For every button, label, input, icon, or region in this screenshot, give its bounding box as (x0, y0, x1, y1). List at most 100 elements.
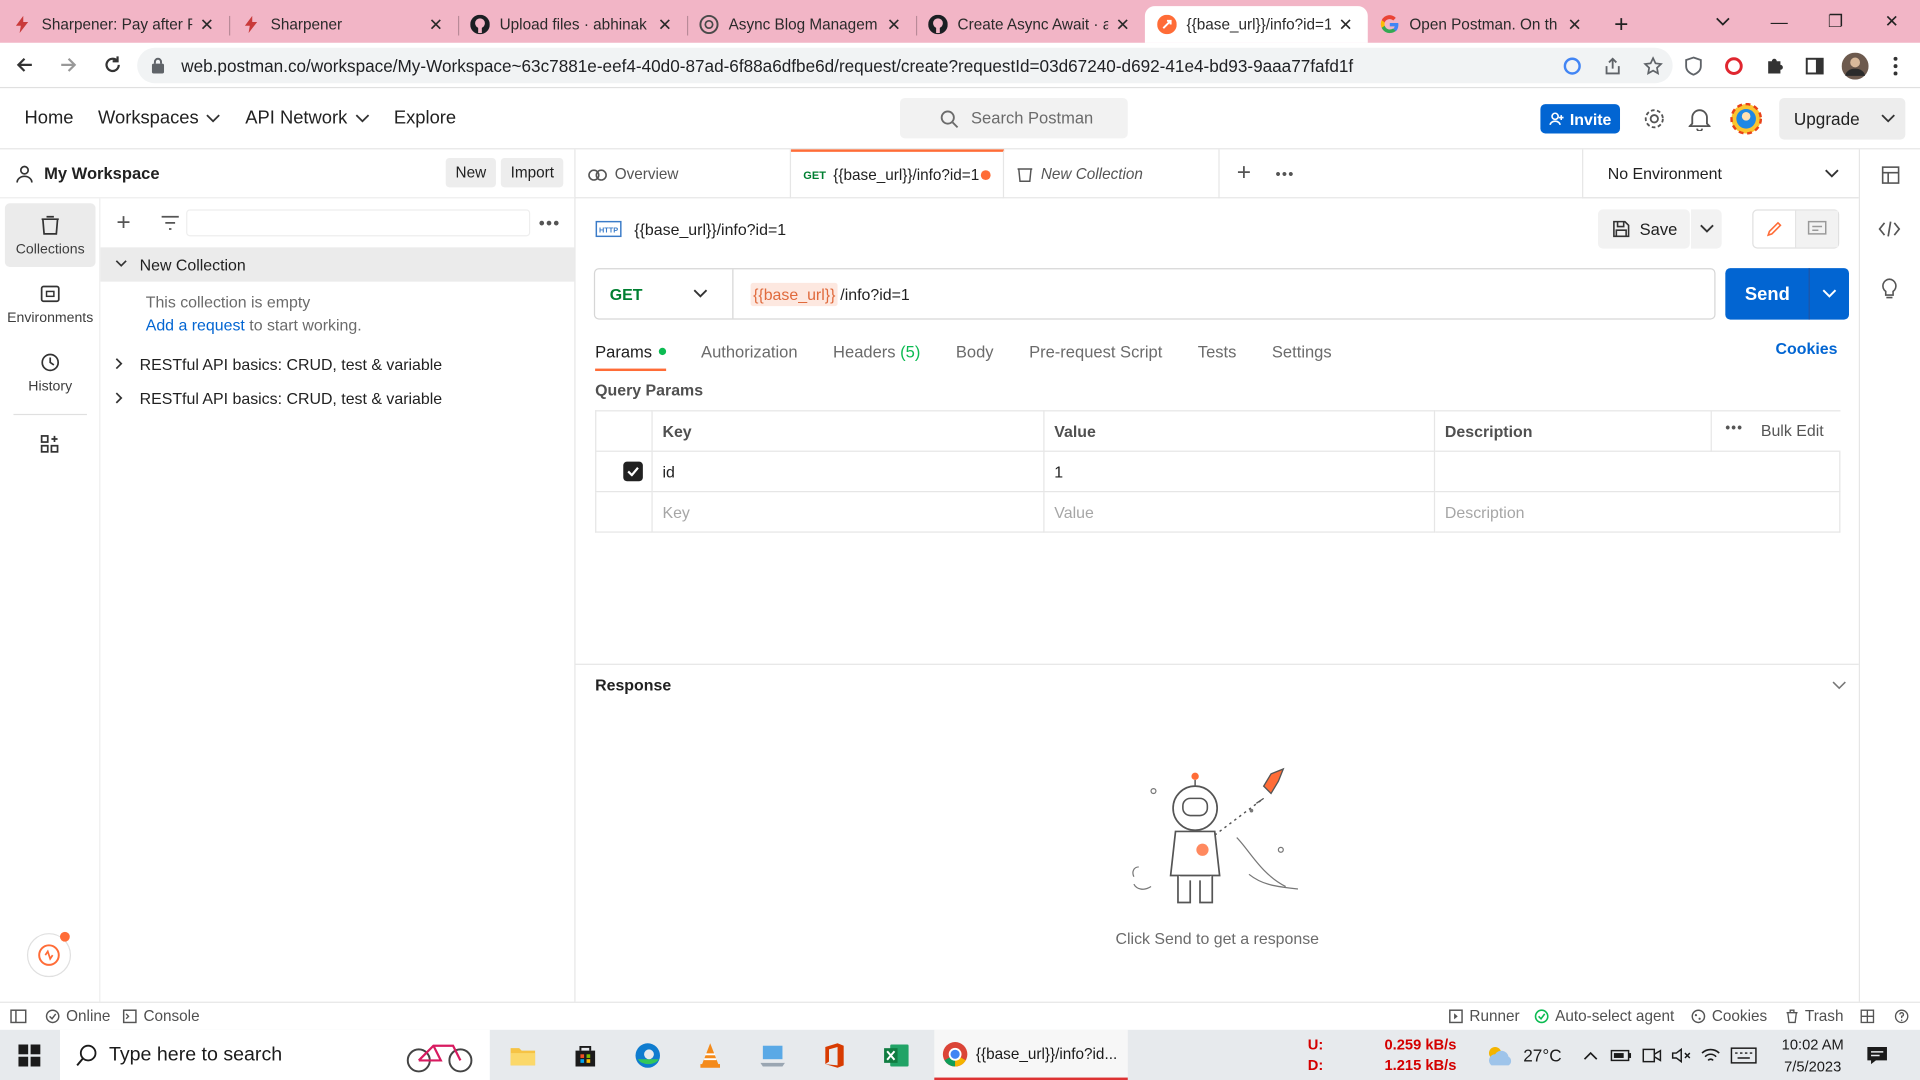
browser-menu-icon[interactable] (1875, 56, 1915, 76)
environment-quicklook-icon[interactable] (1881, 165, 1901, 185)
browser-tab[interactable]: Upload files · abhinak ✕ (457, 6, 687, 43)
close-icon[interactable]: ✕ (884, 14, 904, 35)
tab-search-icon[interactable] (1695, 17, 1751, 27)
param-value-cell[interactable]: 1 (1043, 450, 1436, 493)
chevron-down-icon[interactable] (1832, 681, 1847, 691)
code-icon[interactable] (1878, 220, 1901, 237)
key-placeholder[interactable]: Key (651, 491, 1045, 533)
param-description-cell[interactable] (1433, 450, 1841, 493)
filter-icon[interactable] (160, 214, 180, 231)
laptop-app-icon[interactable] (753, 1036, 792, 1075)
bookmark-star-icon[interactable] (1632, 55, 1672, 76)
two-pane-icon[interactable] (1860, 1009, 1875, 1024)
user-avatar[interactable] (1730, 102, 1763, 135)
tab-pre-request-script[interactable]: Pre-request Script (1029, 336, 1162, 368)
browser-tab[interactable]: Async Blog Managem ✕ (686, 6, 916, 43)
rail-item-history[interactable]: History (5, 340, 96, 404)
new-tab-button[interactable]: + (1597, 6, 1646, 43)
configure-workbench-icon[interactable] (5, 425, 96, 469)
taskbar-chrome-window[interactable]: {{base_url}}/info?id... (934, 1029, 1128, 1080)
bulk-edit-link[interactable]: Bulk Edit (1761, 421, 1824, 439)
nav-explore[interactable]: Explore (394, 108, 456, 129)
tab-body[interactable]: Body (956, 336, 994, 368)
settings-gear-icon[interactable] (1640, 104, 1669, 133)
tab-request[interactable]: GET {{base_url}}/info?id=1 (791, 148, 1005, 198)
tree-item-collection[interactable]: RESTful API basics: CRUD, test & variabl… (100, 381, 574, 415)
excel-icon[interactable] (877, 1036, 916, 1075)
tab-headers[interactable]: Headers (5) (833, 336, 920, 368)
invite-button[interactable]: Invite (1540, 104, 1621, 134)
clock[interactable]: 10:02 AM 7/5/2023 (1782, 1033, 1844, 1077)
notifications-bell-icon[interactable] (1685, 104, 1714, 133)
param-key-cell[interactable]: id (651, 450, 1045, 493)
browser-tab[interactable]: Sharpener ✕ (228, 6, 458, 43)
add-request-link[interactable]: Add a request (146, 316, 245, 334)
tab-tests[interactable]: Tests (1198, 336, 1237, 368)
rail-item-environments[interactable]: Environments (5, 272, 96, 336)
google-lens-icon[interactable] (1551, 56, 1591, 76)
browser-tab-active[interactable]: {{base_url}}/info?id=1 ✕ (1144, 6, 1368, 43)
browser-tab[interactable]: Create Async Await · a ✕ (915, 6, 1145, 43)
lock-icon[interactable] (151, 57, 165, 74)
close-icon[interactable]: ✕ (1113, 14, 1133, 35)
help-icon[interactable] (1894, 1009, 1909, 1024)
online-status[interactable]: Online (45, 1008, 110, 1025)
share-icon[interactable] (1592, 56, 1632, 76)
add-collection-icon[interactable]: + (116, 209, 130, 237)
edge-icon[interactable] (628, 1036, 667, 1075)
office-icon[interactable] (814, 1036, 853, 1075)
rail-item-collections[interactable]: Collections (4, 203, 96, 267)
tab-new-collection[interactable]: New Collection (1004, 148, 1220, 198)
more-options-icon[interactable]: ••• (1725, 421, 1743, 436)
response-title[interactable]: Response (595, 676, 671, 694)
close-icon[interactable]: ✕ (655, 14, 675, 35)
meet-now-icon[interactable] (1642, 1046, 1662, 1063)
close-icon[interactable]: ✕ (426, 14, 446, 35)
request-url-input[interactable]: {{base_url}} /info?id=1 (733, 282, 910, 306)
weather-temperature[interactable]: 27°C (1523, 1045, 1561, 1065)
cookies-button[interactable]: Cookies (1691, 1008, 1767, 1025)
response-divider[interactable] (575, 663, 1859, 665)
agent-selector[interactable]: Auto-select agent (1534, 1008, 1674, 1025)
postbot-icon[interactable] (26, 931, 72, 978)
weather-cloud-icon[interactable] (1484, 1043, 1516, 1067)
wifi-icon[interactable] (1701, 1046, 1721, 1063)
keyboard-icon[interactable] (1731, 1046, 1758, 1063)
tab-params[interactable]: Params (595, 336, 666, 372)
lightbulb-icon[interactable] (1881, 278, 1898, 300)
edit-pencil-icon[interactable] (1753, 210, 1797, 248)
opera-extension-icon[interactable] (1713, 56, 1753, 76)
save-button[interactable]: Save (1597, 209, 1690, 249)
tab-settings[interactable]: Settings (1272, 336, 1332, 368)
puzzle-extensions-icon[interactable] (1753, 56, 1793, 76)
side-panel-icon[interactable] (1794, 56, 1834, 76)
tabs-overflow-icon[interactable]: ••• (1276, 165, 1295, 182)
nav-home[interactable]: Home (24, 108, 73, 129)
import-button[interactable]: Import (500, 157, 564, 188)
forward-button[interactable] (49, 45, 88, 84)
method-select[interactable]: GET (595, 269, 734, 319)
row-enabled-checkbox[interactable] (623, 461, 643, 482)
nav-workspaces[interactable]: Workspaces (98, 108, 221, 129)
send-button[interactable]: Send (1725, 268, 1849, 320)
upgrade-button[interactable]: Upgrade (1779, 97, 1906, 140)
profile-avatar[interactable] (1834, 52, 1874, 79)
tree-item-collection[interactable]: RESTful API basics: CRUD, test & variabl… (100, 347, 574, 381)
reload-button[interactable] (93, 45, 132, 84)
collections-search-input[interactable] (186, 209, 531, 237)
volume-muted-icon[interactable] (1672, 1046, 1692, 1063)
address-bar[interactable]: web.postman.co/workspace/My-Workspace~63… (137, 47, 1673, 84)
cookies-link[interactable]: Cookies (1776, 339, 1838, 357)
search-postman-input[interactable]: Search Postman (900, 97, 1128, 139)
close-icon[interactable]: ✕ (197, 14, 217, 35)
minimize-button[interactable]: — (1751, 12, 1807, 32)
new-tab-plus-icon[interactable]: + (1237, 159, 1251, 187)
tab-overview[interactable]: Overview (576, 148, 792, 198)
notifications-icon[interactable] (1866, 1044, 1888, 1066)
console-button[interactable]: Console (123, 1008, 200, 1025)
description-placeholder[interactable]: Description (1433, 491, 1841, 533)
value-placeholder[interactable]: Value (1043, 491, 1436, 533)
file-explorer-icon[interactable] (503, 1036, 542, 1075)
toggle-sidebar-icon[interactable] (10, 1009, 27, 1024)
tab-authorization[interactable]: Authorization (701, 336, 798, 368)
